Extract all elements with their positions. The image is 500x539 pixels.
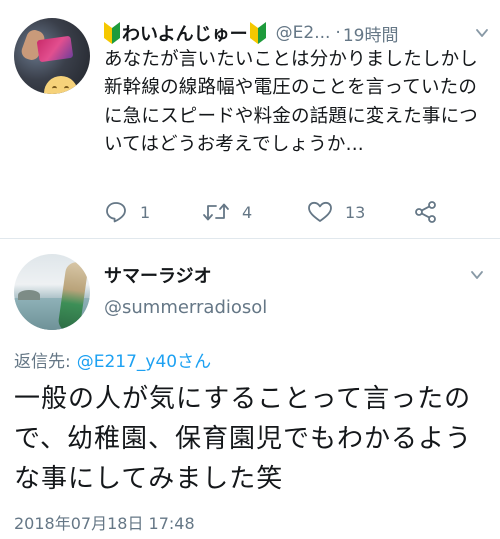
share-icon — [415, 201, 436, 223]
tweet-actions: 1 4 13 — [104, 198, 464, 226]
reply-button[interactable]: 1 — [104, 198, 150, 226]
display-name[interactable]: サマーラジオ — [104, 262, 212, 288]
reply-to-line: 返信先: @E217_y40さん — [14, 347, 211, 372]
like-count: 13 — [345, 202, 366, 222]
reply-icon — [106, 202, 126, 223]
avatar[interactable] — [14, 18, 90, 94]
smiley-face-icon — [44, 76, 78, 94]
tweet-timestamp: 2018年07月18日 17:48 — [14, 514, 195, 533]
separator-dot: · — [335, 23, 341, 43]
tweet-card[interactable]: わいよんじゅー @E2... · 19時間 あなたが言いたいことは分かりましたし… — [0, 0, 500, 239]
avatar-phone-screen — [36, 35, 74, 63]
retweet-button[interactable]: 4 — [202, 198, 252, 226]
display-name[interactable]: わいよんじゅー — [122, 20, 248, 46]
tweet-text: 一般の人が気にすることって言ったので、幼稚園、保育園児でもわかるような事にしてみ… — [14, 384, 472, 494]
avatar-island — [18, 290, 40, 300]
avatar[interactable] — [14, 254, 90, 330]
user-handle[interactable]: @summerradiosol — [104, 297, 267, 318]
reply-count: 1 — [140, 202, 151, 222]
retweet-icon — [203, 203, 229, 221]
retweet-count: 4 — [242, 202, 253, 222]
tweet-time[interactable]: 19時間 — [343, 21, 399, 46]
tweet-text: あなたが言いたいことは分かりましたしかし新幹線の線路幅や電圧のことを言っていたの… — [104, 49, 479, 156]
user-handle[interactable]: @E2... — [276, 23, 331, 43]
beginner-mark-icon — [249, 22, 266, 44]
tweet-header: わいよんじゅー @E2... · 19時間 — [102, 19, 494, 47]
reply-to-label: 返信先: — [14, 352, 71, 372]
chevron-down-icon[interactable] — [475, 26, 489, 40]
like-button[interactable]: 13 — [307, 198, 365, 226]
reply-to-mention-link[interactable]: @E217_y40さん — [77, 352, 211, 372]
beginner-mark-icon — [104, 22, 120, 44]
heart-icon — [308, 201, 332, 222]
share-button[interactable] — [414, 198, 438, 226]
chevron-down-icon[interactable] — [470, 268, 484, 282]
